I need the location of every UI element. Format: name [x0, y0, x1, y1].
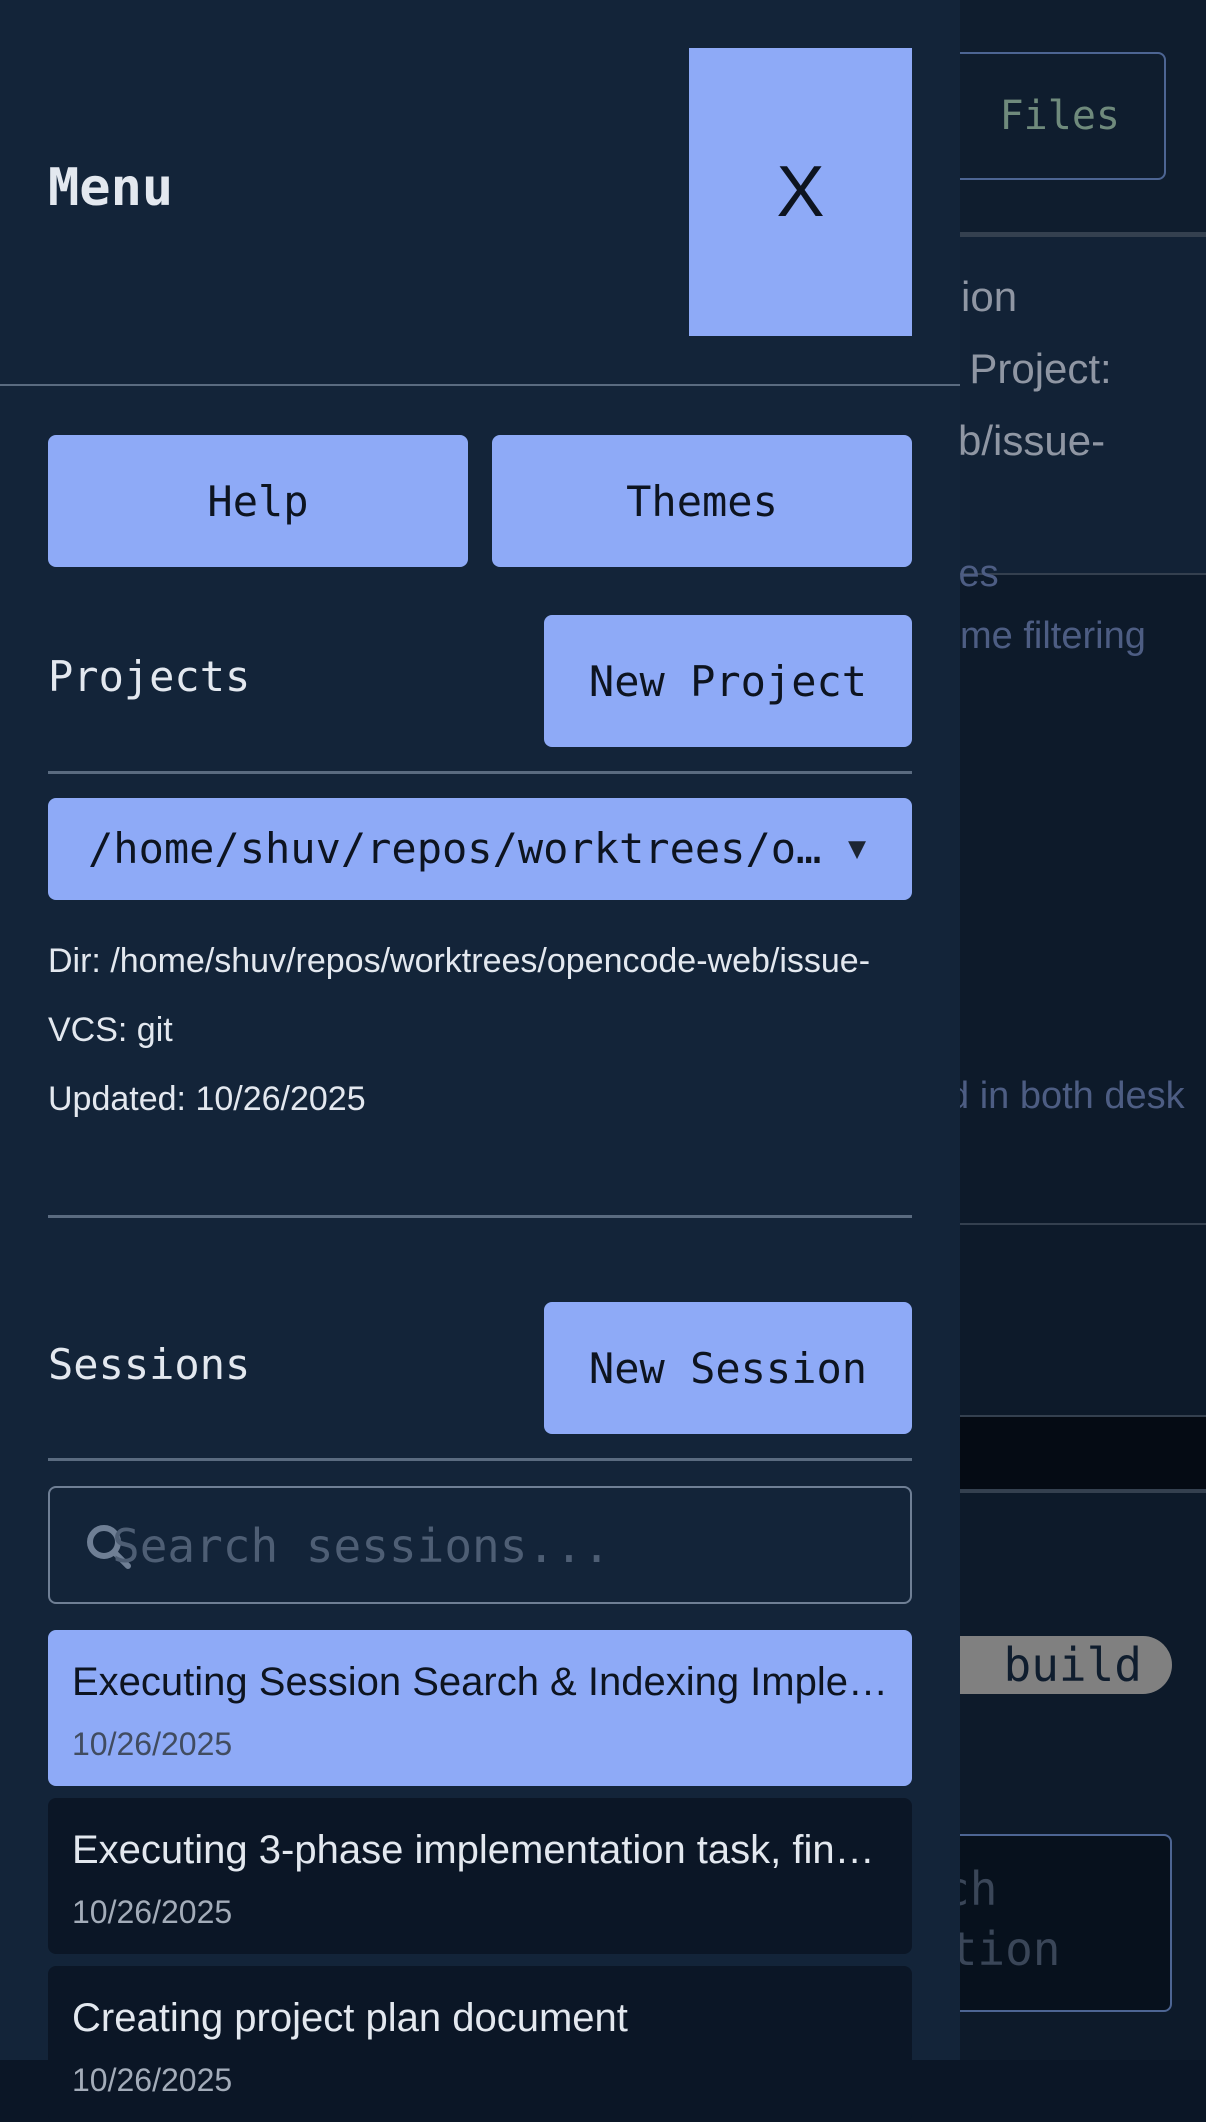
- session-date: 10/26/2025: [72, 2062, 233, 2098]
- new-session-button[interactable]: New Session: [544, 1302, 912, 1434]
- help-button[interactable]: Help: [48, 435, 468, 567]
- session-date: 10/26/2025: [72, 1894, 233, 1930]
- session-date: 10/26/2025: [72, 1726, 233, 1762]
- message-text: me filtering: [960, 615, 1146, 657]
- side-drawer: Menu X Help Themes Projects New Project …: [0, 0, 960, 2122]
- project-updated: Updated: 10/26/2025: [48, 1080, 366, 1118]
- message-text: d in both desk: [948, 1075, 1185, 1117]
- session-title: Executing Session Search & Indexing Impl…: [72, 1660, 892, 1704]
- session-item[interactable]: Executing 3-phase implementation task, f…: [48, 1798, 912, 1954]
- chevron-down-icon: ▼: [848, 831, 867, 866]
- session-search-input[interactable]: [110, 1488, 894, 1604]
- drawer-header: Menu X: [0, 0, 960, 386]
- project-vcs: VCS: git: [48, 1011, 173, 1049]
- close-button[interactable]: X: [689, 48, 912, 336]
- session-title: Creating project plan document: [72, 1996, 628, 2040]
- new-project-button[interactable]: New Project: [544, 615, 912, 747]
- sessions-divider: [48, 1458, 912, 1461]
- agent-badge[interactable]: build: [930, 1636, 1172, 1694]
- themes-button[interactable]: Themes: [492, 435, 912, 567]
- section-divider: [48, 1215, 912, 1218]
- project-select-value: /home/shuv/repos/worktrees/opencode-web/…: [88, 824, 828, 873]
- session-item[interactable]: Executing Session Search & Indexing Impl…: [48, 1630, 912, 1786]
- session-header-line: , Project:: [946, 345, 1112, 392]
- projects-divider: [48, 771, 912, 774]
- project-dir: Dir: /home/shuv/repos/worktrees/opencode…: [48, 942, 871, 980]
- session-title: Executing 3-phase implementation task, f…: [72, 1828, 892, 1872]
- projects-label: Projects: [48, 652, 251, 701]
- session-item[interactable]: Creating project plan document 10/26/202…: [48, 1966, 912, 2122]
- session-search[interactable]: [48, 1486, 912, 1604]
- sessions-label: Sessions: [48, 1340, 251, 1389]
- menu-title: Menu: [48, 158, 174, 218]
- session-header-line: b/issue-: [958, 417, 1106, 464]
- project-select[interactable]: /home/shuv/repos/worktrees/opencode-web/…: [48, 798, 912, 900]
